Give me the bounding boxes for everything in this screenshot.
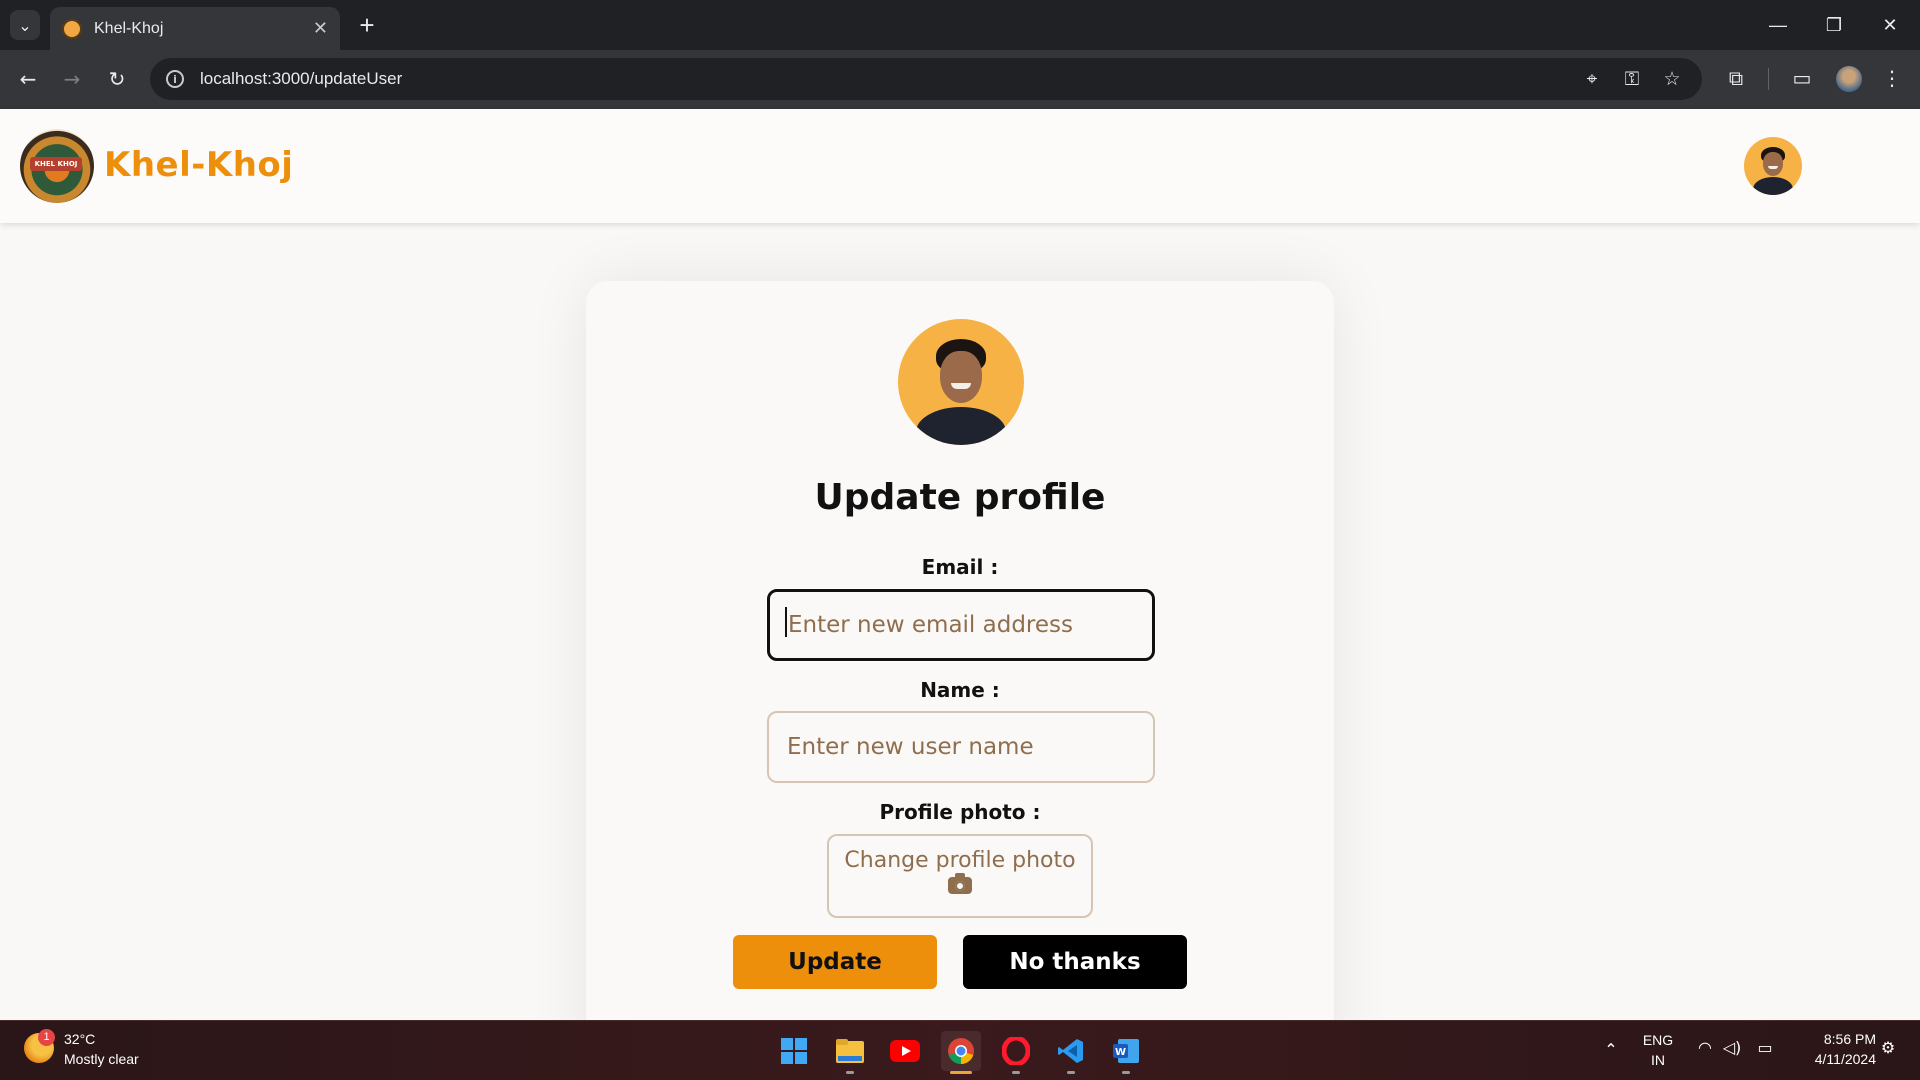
- word-running-indicator: [1122, 1071, 1130, 1074]
- file-explorer-icon[interactable]: [830, 1031, 870, 1071]
- close-window-button[interactable]: ✕: [1862, 0, 1918, 50]
- update-profile-card: Update profile Email : Name : Profile ph…: [586, 281, 1334, 1080]
- chrome-active-indicator: [950, 1071, 972, 1074]
- tab-title: Khel-Khoj: [94, 19, 164, 37]
- tab-search-chevron-icon[interactable]: ⌄: [10, 10, 40, 40]
- brand-name[interactable]: Khel-Khoj: [104, 145, 293, 185]
- no-thanks-button[interactable]: No thanks: [963, 935, 1187, 989]
- explorer-running-indicator: [846, 1071, 854, 1074]
- back-arrow-icon[interactable]: ←: [12, 63, 44, 95]
- cast-icon[interactable]: ▭: [1788, 66, 1816, 90]
- word-icon[interactable]: W: [1106, 1031, 1146, 1071]
- tab-favicon-icon: [62, 18, 82, 39]
- weather-temp[interactable]: 32°C: [64, 1031, 95, 1047]
- svg-text:W: W: [1115, 1047, 1126, 1058]
- app-header: KHEL KHOJ Khel-Khoj: [0, 109, 1920, 223]
- browser-menu-icon[interactable]: ⋮: [1878, 66, 1906, 90]
- new-tab-button[interactable]: +: [352, 10, 382, 40]
- email-field[interactable]: [767, 589, 1155, 661]
- minimize-button[interactable]: —: [1750, 0, 1806, 50]
- toolbar-divider: [1768, 68, 1769, 90]
- start-windows-icon[interactable]: [774, 1031, 814, 1071]
- browser-profile-avatar[interactable]: [1836, 66, 1862, 92]
- name-label: Name :: [920, 678, 1000, 702]
- chrome-icon[interactable]: [941, 1031, 981, 1071]
- clock-date[interactable]: 4/11/2024: [1792, 1051, 1876, 1067]
- restore-button[interactable]: ❐: [1806, 0, 1862, 50]
- language-top[interactable]: ENG: [1640, 1032, 1676, 1048]
- password-key-icon[interactable]: ⚿: [1620, 68, 1644, 90]
- location-icon[interactable]: ⌖: [1580, 68, 1604, 90]
- name-field[interactable]: [767, 711, 1155, 783]
- battery-icon[interactable]: ▭: [1753, 1038, 1777, 1057]
- vscode-icon[interactable]: [1051, 1031, 1091, 1071]
- language-bottom[interactable]: IN: [1640, 1052, 1676, 1068]
- update-button[interactable]: Update: [733, 935, 937, 989]
- change-photo-label: Change profile photo: [844, 848, 1076, 873]
- clock-time[interactable]: 8:56 PM: [1792, 1031, 1876, 1047]
- header-user-avatar[interactable]: [1744, 137, 1802, 195]
- forward-arrow-icon[interactable]: →: [56, 63, 88, 95]
- logo-text: KHEL KHOJ: [30, 157, 82, 171]
- vscode-running-indicator: [1067, 1071, 1075, 1074]
- youtube-icon[interactable]: [885, 1031, 925, 1071]
- reload-icon[interactable]: ↻: [101, 63, 133, 95]
- volume-icon[interactable]: ◁): [1720, 1038, 1744, 1057]
- weather-badge: 1: [38, 1029, 55, 1046]
- notification-bell-icon[interactable]: ⚙: [1876, 1038, 1900, 1057]
- opera-icon[interactable]: [996, 1031, 1036, 1071]
- bookmark-star-icon[interactable]: ☆: [1660, 68, 1684, 90]
- extensions-icon[interactable]: ⧉: [1722, 66, 1750, 90]
- text-caret: [785, 607, 787, 637]
- change-photo-button[interactable]: Change profile photo: [827, 834, 1093, 918]
- address-bar[interactable]: i localhost:3000/updateUser: [150, 58, 1702, 100]
- weather-desc[interactable]: Mostly clear: [64, 1051, 139, 1067]
- tab-close-icon[interactable]: ✕: [313, 18, 328, 39]
- wifi-icon[interactable]: ◠: [1693, 1038, 1717, 1057]
- browser-tab[interactable]: Khel-Khoj ✕: [50, 7, 340, 50]
- camera-icon: [948, 873, 972, 894]
- profile-photo-label: Profile photo :: [879, 800, 1041, 824]
- show-hidden-icons-chevron-icon[interactable]: ⌃: [1599, 1040, 1623, 1059]
- site-info-icon[interactable]: i: [166, 70, 184, 88]
- email-label: Email :: [921, 555, 999, 579]
- profile-avatar: [898, 319, 1024, 445]
- address-url: localhost:3000/updateUser: [200, 69, 403, 88]
- opera-running-indicator: [1012, 1071, 1020, 1074]
- page-title: Update profile: [814, 477, 1106, 518]
